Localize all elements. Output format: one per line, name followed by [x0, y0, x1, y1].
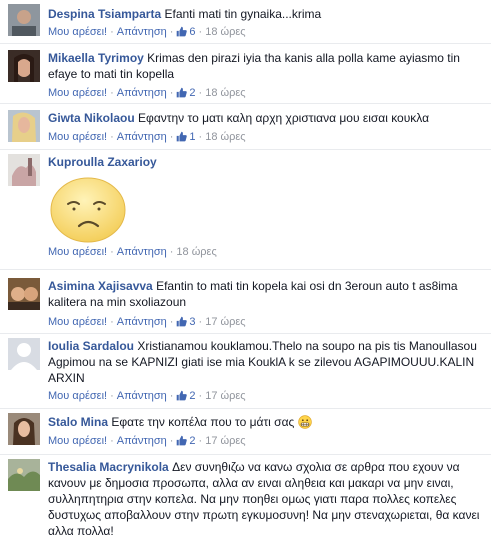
like-count[interactable]: 3 — [176, 316, 196, 328]
commenter-name[interactable]: Thesalia Macrynikola — [48, 460, 169, 474]
comment-text: Efanti mati tin gynaika...krima — [164, 7, 322, 21]
comment-actions: Μου αρέσει! · Απάντηση · 2 · 18 ώρες — [48, 87, 246, 99]
reply-button[interactable]: Απάντηση — [117, 131, 167, 143]
reply-button[interactable]: Απάντηση — [117, 87, 167, 99]
thumbs-up-icon — [177, 131, 188, 142]
timestamp[interactable]: 18 ώρες — [205, 87, 245, 99]
comment: Ioulia Sardalou Xristianamou kouklamou.T… — [0, 334, 491, 409]
like-button[interactable]: Μου αρέσει! — [48, 435, 107, 447]
thumbs-up-icon — [177, 435, 188, 446]
thumbs-up-icon — [177, 316, 188, 327]
comment: Mikaella Tyrimoy Krimas den pirazi iyia … — [0, 44, 491, 104]
comment: Despina Tsiamparta Efanti mati tin gynai… — [0, 0, 491, 44]
commenter-name[interactable]: Giwta Nikolaou — [48, 111, 135, 125]
comment-actions: Μου αρέσει! · Απάντηση · 3 · 17 ώρες — [48, 316, 246, 328]
like-button[interactable]: Μου αρέσει! — [48, 131, 107, 143]
reply-button[interactable]: Απάντηση — [117, 246, 167, 258]
like-count[interactable]: 2 — [176, 390, 196, 402]
like-count[interactable]: 6 — [176, 26, 196, 38]
avatar-image — [8, 110, 40, 142]
avatar[interactable] — [8, 459, 40, 491]
avatar-image — [8, 278, 40, 310]
avatar-image — [8, 338, 40, 370]
avatar[interactable] — [8, 50, 40, 82]
comment-body: Asimina Xajisavva Efantin to mati tin ko… — [48, 278, 483, 310]
avatar[interactable] — [8, 110, 40, 142]
like-button[interactable]: Μου αρέσει! — [48, 87, 107, 99]
comment-text: Εφατε την κοπέλα που το μάτι σας — [111, 415, 295, 429]
like-count[interactable]: 2 — [176, 87, 196, 99]
avatar[interactable] — [8, 278, 40, 310]
thumbs-up-icon — [177, 390, 188, 401]
avatar[interactable] — [8, 413, 40, 445]
avatar-image — [8, 4, 40, 36]
reply-button[interactable]: Απάντηση — [117, 316, 167, 328]
like-count[interactable]: 1 — [176, 131, 196, 143]
comment: Thesalia Macrynikola Δεν συνηθιζω να καν… — [0, 455, 491, 542]
comment-body: Ioulia Sardalou Xristianamou kouklamou.T… — [48, 338, 483, 386]
commenter-name[interactable]: Kuproulla Zaxarioy — [48, 155, 157, 169]
comment: Giwta Nikolaou Εφαντην το ματι καλη αρχη… — [0, 104, 491, 150]
timestamp[interactable]: 18 ώρες — [205, 26, 245, 38]
avatar[interactable] — [8, 338, 40, 370]
comment-text: Εφαντην το ματι καλη αρχη χριστιανα μου … — [138, 111, 430, 125]
comment-body: Thesalia Macrynikola Δεν συνηθιζω να καν… — [48, 459, 483, 539]
comment-actions: Μου αρέσει! · Απάντηση · 6 · 18 ώρες — [48, 26, 246, 38]
avatar[interactable] — [8, 4, 40, 36]
like-button[interactable]: Μου αρέσει! — [48, 246, 107, 258]
worried-face-sticker — [48, 174, 128, 247]
comments-feed: Despina Tsiamparta Efanti mati tin gynai… — [0, 0, 491, 542]
timestamp[interactable]: 18 ώρες — [176, 246, 216, 258]
commenter-name[interactable]: Stalo Mina — [48, 415, 108, 429]
like-button[interactable]: Μου αρέσει! — [48, 316, 107, 328]
like-button[interactable]: Μου αρέσει! — [48, 390, 107, 402]
like-count[interactable]: 2 — [176, 435, 196, 447]
grimacing-emoji — [297, 415, 312, 429]
comment-actions: Μου αρέσει! · Απάντηση · 2 · 17 ώρες — [48, 435, 246, 447]
commenter-name[interactable]: Ioulia Sardalou — [48, 339, 134, 353]
comment: Kuproulla Zaxarioy Μου αρέσει! · Απάντηση · — [0, 150, 491, 270]
comment-actions: Μου αρέσει! · Απάντηση · 18 ώρες — [48, 246, 217, 258]
comment: Stalo Mina Εφατε την κοπέλα που το μάτι … — [0, 409, 491, 455]
comment-body: Stalo Mina Εφατε την κοπέλα που το μάτι … — [48, 414, 483, 430]
avatar-image — [8, 459, 40, 491]
timestamp[interactable]: 17 ώρες — [205, 435, 245, 447]
avatar-image — [8, 413, 40, 445]
comment-body: Mikaella Tyrimoy Krimas den pirazi iyia … — [48, 50, 483, 82]
commenter-name[interactable]: Despina Tsiamparta — [48, 7, 161, 21]
thumbs-up-icon — [177, 26, 188, 37]
commenter-name[interactable]: Mikaella Tyrimoy — [48, 51, 144, 65]
commenter-name[interactable]: Asimina Xajisavva — [48, 279, 153, 293]
reply-button[interactable]: Απάντηση — [117, 390, 167, 402]
avatar-image — [8, 154, 40, 186]
timestamp[interactable]: 17 ώρες — [205, 390, 245, 402]
timestamp[interactable]: 17 ώρες — [205, 316, 245, 328]
reply-button[interactable]: Απάντηση — [117, 26, 167, 38]
comment-actions: Μου αρέσει! · Απάντηση · 2 · 17 ώρες — [48, 390, 246, 402]
like-button[interactable]: Μου αρέσει! — [48, 26, 107, 38]
avatar-image — [8, 50, 40, 82]
comment-body: Kuproulla Zaxarioy — [48, 154, 483, 170]
avatar[interactable] — [8, 154, 40, 186]
comment-actions: Μου αρέσει! · Απάντηση · 1 · 18 ώρες — [48, 131, 246, 143]
thumbs-up-icon — [177, 87, 188, 98]
comment-body: Giwta Nikolaou Εφαντην το ματι καλη αρχη… — [48, 110, 483, 126]
comment: Asimina Xajisavva Efantin to mati tin ko… — [0, 270, 491, 334]
timestamp[interactable]: 18 ώρες — [205, 131, 245, 143]
reply-button[interactable]: Απάντηση — [117, 435, 167, 447]
comment-body: Despina Tsiamparta Efanti mati tin gynai… — [48, 6, 483, 22]
